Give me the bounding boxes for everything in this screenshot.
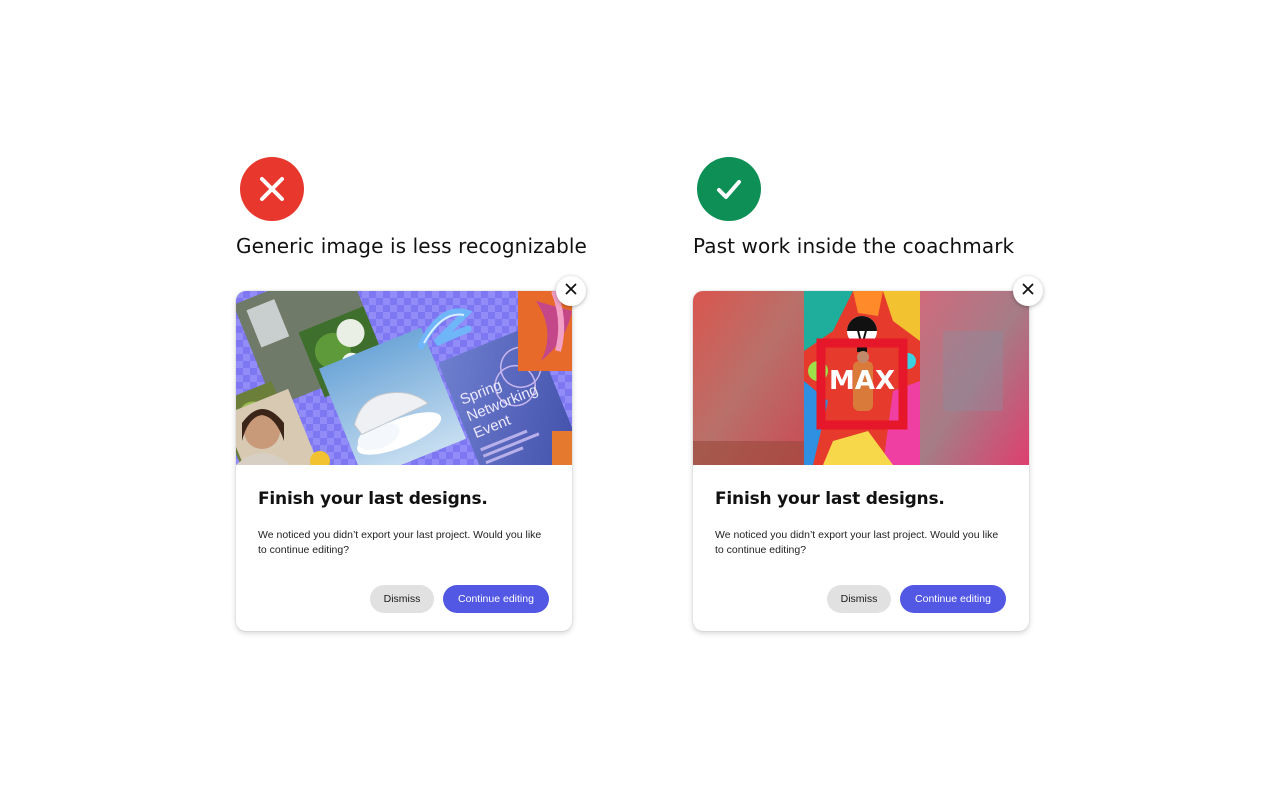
example-caption: Past work inside the coachmark bbox=[693, 234, 1015, 258]
hero-image: Spring Networking Event bbox=[236, 291, 572, 465]
coachmark-title: Finish your last designs. bbox=[715, 489, 945, 509]
close-button[interactable] bbox=[556, 276, 586, 306]
hero-max-text: MAX bbox=[829, 366, 895, 396]
dismiss-button[interactable]: Dismiss bbox=[370, 585, 434, 613]
coachmark-title: Finish your last designs. bbox=[258, 489, 488, 509]
coachmark-body: We noticed you didn’t export your last p… bbox=[715, 529, 999, 556]
coachmark-card: MAX Finish your last designs. We noticed… bbox=[693, 276, 1043, 631]
hero-image: MAX bbox=[693, 291, 1029, 465]
coachmark-body: We noticed you didn’t export your last p… bbox=[258, 529, 542, 556]
continue-editing-button[interactable]: Continue editing bbox=[443, 585, 549, 613]
coachmark-card: Spring Networking Event Finish your last… bbox=[236, 276, 586, 631]
close-button[interactable] bbox=[1013, 276, 1043, 306]
continue-editing-button[interactable]: Continue editing bbox=[900, 585, 1006, 613]
x-icon bbox=[240, 157, 304, 221]
dismiss-button[interactable]: Dismiss bbox=[827, 585, 891, 613]
example-caption: Generic image is less recognizable bbox=[236, 234, 587, 258]
close-icon bbox=[1022, 282, 1034, 300]
checkmark-icon bbox=[697, 157, 761, 221]
close-icon bbox=[565, 282, 577, 300]
